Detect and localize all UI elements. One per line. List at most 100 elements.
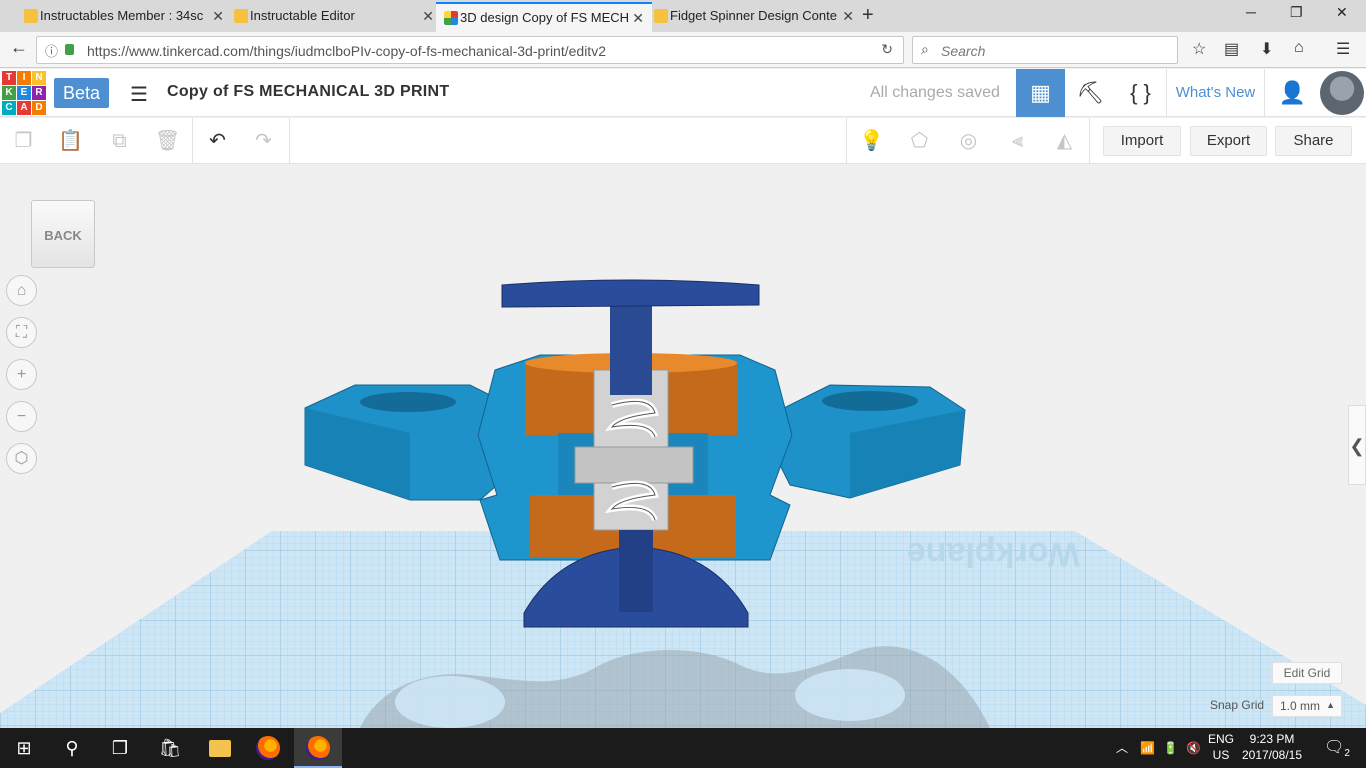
battery-icon[interactable]: 🔋 [1163, 728, 1178, 768]
snap-grid-label: Snap Grid [1210, 698, 1265, 712]
paste-icon[interactable]: 📋 [47, 118, 94, 164]
mirror-icon[interactable]: ◭ [1041, 118, 1088, 164]
3d-workspace[interactable]: Workplane BACK ⌂ ⛶ + − ⬡ ❮ Edit Grid Sna… [0, 165, 1366, 728]
spinner-right-arm[interactable] [774, 384, 966, 499]
add-user-icon[interactable]: 👤 [1268, 69, 1317, 117]
close-icon[interactable]: ✕ [632, 4, 644, 32]
toolbar-divider [192, 118, 193, 164]
workplane-label: Workplane [907, 535, 1080, 573]
firefox-icon[interactable] [244, 728, 292, 768]
copy-icon[interactable]: ❐ [0, 118, 47, 164]
design-title[interactable]: Copy of FS MECHANICAL 3D PRINT [167, 83, 449, 101]
network-icon[interactable]: 📶 [1140, 728, 1155, 768]
language-code: ENG [1208, 732, 1235, 746]
shape-panel-toggle[interactable]: ❮ [1348, 405, 1366, 485]
browser-tab-bar: Instructables Member : 34sc ✕ Instructab… [0, 0, 1366, 32]
windows-taskbar: ⊞ ⚲ ❐ 🛍 ︿ 📶 🔋 🔇 ENG US 9:23 PM 2017/08/1… [0, 728, 1366, 768]
instructables-icon [654, 9, 668, 23]
browser-tab-2[interactable]: Instructable Editor ✕ [226, 2, 442, 32]
reading-list-icon[interactable]: ▤ [1224, 39, 1239, 59]
home-view-icon[interactable]: ⌂ [6, 275, 37, 306]
redo-icon[interactable]: ↷ [240, 118, 287, 164]
search-placeholder: Search [941, 43, 986, 59]
file-explorer-icon[interactable] [196, 728, 244, 768]
view-cube[interactable]: BACK [31, 200, 95, 268]
language-indicator[interactable]: ENG US [1208, 731, 1234, 763]
duplicate-icon[interactable]: ⧉ [96, 118, 143, 164]
region-code: US [1212, 748, 1230, 762]
search-icon: ⌕ [921, 41, 929, 57]
caret-up-icon: ▲ [1326, 700, 1335, 710]
minimize-icon[interactable]: ─ [1246, 4, 1256, 20]
close-icon[interactable]: ✕ [842, 2, 854, 30]
lightbulb-icon[interactable]: 💡 [848, 118, 895, 164]
share-button[interactable]: Share [1275, 126, 1352, 156]
lock-icon [65, 44, 74, 55]
menu-icon[interactable]: ☰ [1336, 39, 1350, 59]
logo-letter: I [17, 71, 31, 85]
close-icon[interactable]: ✕ [422, 2, 434, 30]
avatar[interactable] [1320, 71, 1364, 115]
logo-letter: K [2, 86, 16, 100]
new-tab-icon[interactable]: + [862, 4, 874, 27]
design-list-icon[interactable]: ☰ [130, 82, 148, 107]
action-center-icon[interactable]: 🗨2 [1322, 728, 1352, 768]
zoom-out-icon[interactable]: − [6, 401, 37, 432]
delete-icon[interactable]: 🗑 [144, 118, 191, 164]
instructables-icon [234, 9, 248, 23]
fit-all-icon[interactable]: ⛶ [6, 317, 37, 348]
windows-start-icon[interactable]: ⊞ [0, 728, 48, 768]
toolbar-divider [1089, 118, 1090, 164]
bookmark-star-icon[interactable]: ☆ [1192, 39, 1206, 59]
tab-title: Instructable Editor [250, 8, 355, 23]
3d-scene[interactable]: Workplane [0, 165, 1366, 728]
url-bar[interactable]: ⓘ https://www.tinkercad.com/things/iudmc… [36, 36, 904, 64]
show-hidden-icons[interactable]: ︿ [1116, 728, 1128, 768]
instructables-icon [24, 9, 38, 23]
browser-tab-1[interactable]: Instructables Member : 34sc ✕ [16, 2, 232, 32]
align-icon[interactable]: ⫷ [994, 118, 1041, 164]
undo-icon[interactable]: ↶ [194, 118, 241, 164]
taskbar-clock[interactable]: 9:23 PM 2017/08/15 [1240, 731, 1304, 763]
maximize-icon[interactable]: ❐ [1290, 4, 1303, 21]
group-icon[interactable]: ⬠ [896, 118, 943, 164]
edit-toolbar: ❐ 📋 ⧉ 🗑 ↶ ↷ 💡 ⬠ ◎ ⫷ ◭ Import Export Shar… [0, 118, 1366, 164]
logo-letter: D [32, 101, 46, 115]
volume-muted-icon[interactable]: 🔇 [1186, 728, 1201, 768]
reload-icon[interactable]: ↻ [881, 41, 893, 58]
whats-new-button[interactable]: What's New [1166, 69, 1265, 117]
tinkercad-icon [444, 11, 458, 25]
tab-title: Instructables Member : 34sc [40, 8, 204, 23]
store-icon[interactable]: 🛍 [146, 728, 194, 768]
browser-tab-3[interactable]: 3D design Copy of FS MECH ✕ [436, 2, 652, 32]
firefox-active-icon[interactable] [294, 728, 342, 768]
blocks-pickaxe-icon[interactable]: ⛏ [1066, 69, 1115, 117]
url-text: https://www.tinkercad.com/things/iudmclb… [87, 43, 606, 59]
browser-tab-4[interactable]: Fidget Spinner Design Conte ✕ [646, 2, 862, 32]
3d-view-grid-icon[interactable]: ▦ [1016, 69, 1065, 117]
tinkercad-logo[interactable]: TIN KER CAD [2, 71, 46, 115]
window-close-icon[interactable]: ✕ [1336, 4, 1348, 21]
snap-grid-value: 1.0 mm [1280, 699, 1321, 713]
logo-letter: R [32, 86, 46, 100]
clock-date: 2017/08/15 [1241, 748, 1303, 762]
download-icon[interactable]: ⬇ [1260, 39, 1273, 59]
snap-grid-select[interactable]: 1.0 mm ▲ [1272, 695, 1342, 717]
search-icon[interactable]: ⚲ [48, 728, 96, 768]
logo-letter: A [17, 101, 31, 115]
info-icon[interactable]: ⓘ [45, 41, 58, 60]
perspective-icon[interactable]: ⬡ [6, 443, 37, 474]
clock-time: 9:23 PM [1249, 732, 1295, 746]
search-input[interactable]: ⌕ Search [912, 36, 1178, 64]
app-header: TIN KER CAD Beta ☰ Copy of FS MECHANICAL 3… [0, 69, 1366, 117]
home-icon[interactable]: ⌂ [1294, 39, 1304, 57]
zoom-in-icon[interactable]: + [6, 359, 37, 390]
ungroup-icon[interactable]: ◎ [945, 118, 992, 164]
task-view-icon[interactable]: ❐ [96, 728, 144, 768]
export-button[interactable]: Export [1190, 126, 1267, 156]
edit-grid-button[interactable]: Edit Grid [1272, 662, 1342, 684]
codeblocks-icon[interactable]: { } [1116, 69, 1165, 117]
import-button[interactable]: Import [1103, 126, 1181, 156]
close-icon[interactable]: ✕ [212, 2, 224, 30]
back-arrow-icon[interactable]: ← [10, 37, 28, 58]
